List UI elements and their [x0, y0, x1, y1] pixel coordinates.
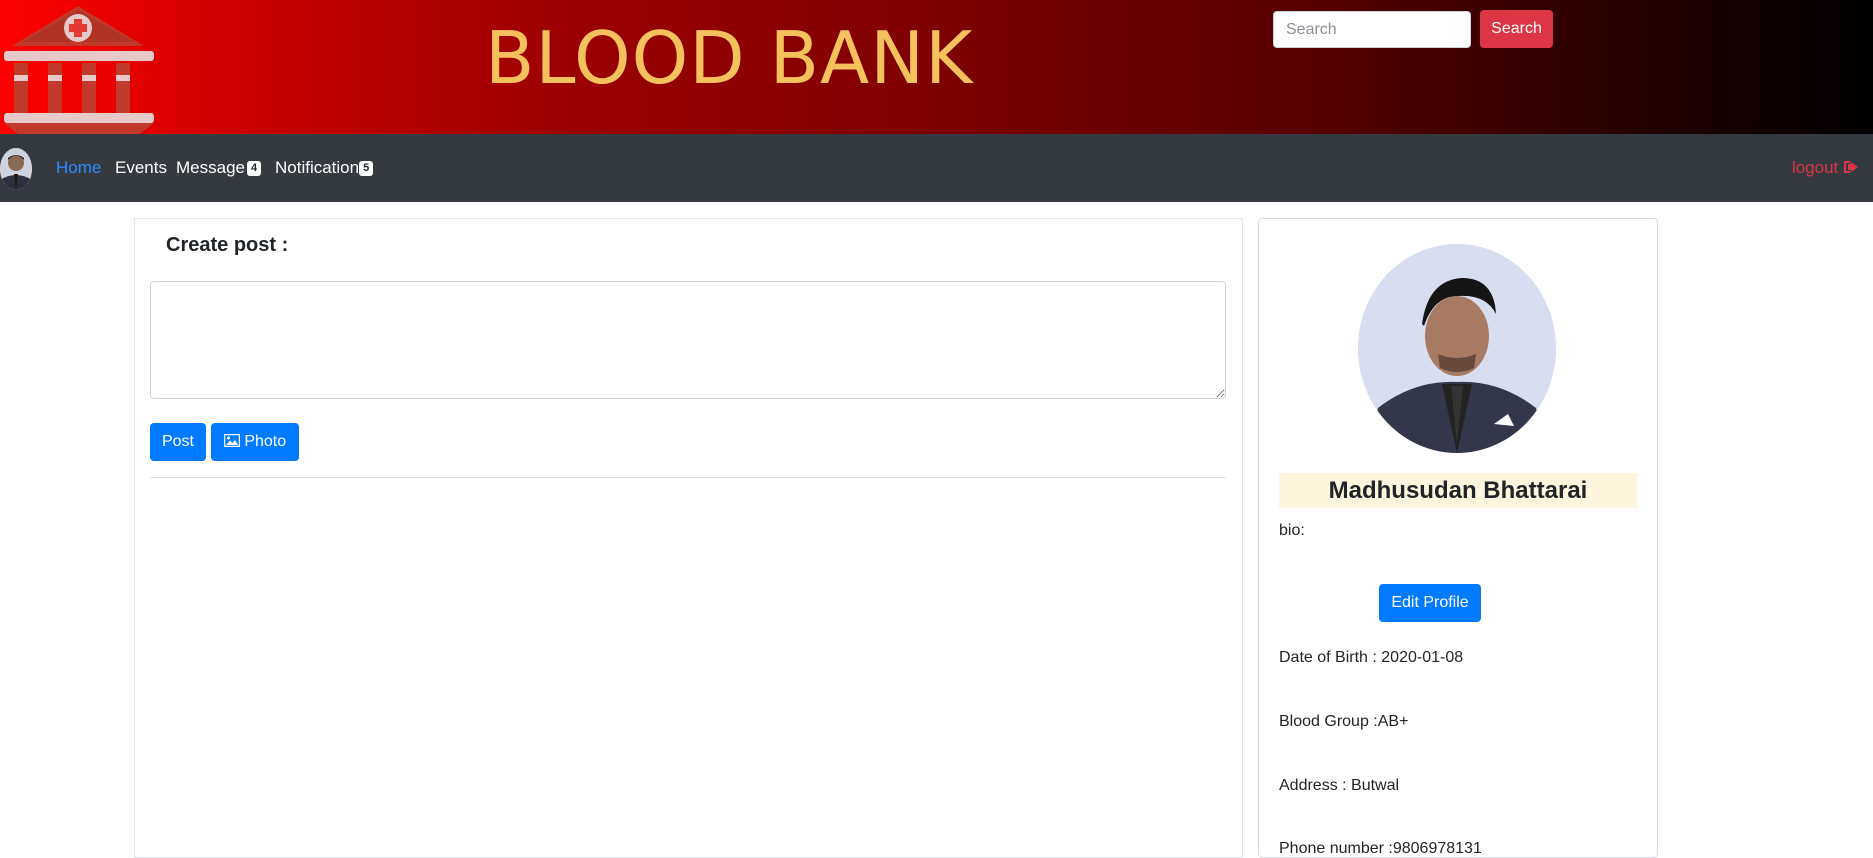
photo-button[interactable]: Photo [211, 423, 299, 461]
blood-group: Blood Group :AB+ [1279, 713, 1409, 730]
post-button[interactable]: Post [150, 423, 206, 461]
nav-notification[interactable]: Notification 5 [275, 158, 374, 178]
nav-home[interactable]: Home [56, 158, 101, 178]
hospital-building-icon [4, 6, 154, 134]
message-count-badge: 4 [246, 161, 262, 176]
post-textarea[interactable] [150, 281, 1226, 399]
nav-events[interactable]: Events [115, 158, 167, 178]
address: Address : Butwal [1279, 777, 1400, 794]
site-title: BLOOD BANK [485, 16, 974, 100]
nav-home-label: Home [56, 158, 102, 177]
create-post-heading: Create post : [166, 234, 289, 256]
header-banner: BLOOD BANK Search [0, 0, 1873, 134]
edit-profile-button[interactable]: Edit Profile [1379, 584, 1481, 622]
navbar: Home Events Message 4 Notification 5 logou… [0, 134, 1873, 202]
avatar[interactable] [0, 148, 32, 190]
user-photo-icon [0, 148, 32, 190]
user-photo-icon [1358, 244, 1556, 453]
sign-out-icon [1844, 161, 1858, 173]
nav-notification-label: Notification [275, 158, 360, 177]
nav-message-label: Message [176, 158, 245, 177]
profile-photo [1358, 244, 1556, 453]
profile-name: Madhusudan Bhattarai [1279, 473, 1637, 508]
bio-label: bio: [1279, 522, 1305, 539]
phone-number: Phone number :9806978131 [1279, 840, 1482, 857]
date-of-birth: Date of Birth : 2020-01-08 [1279, 649, 1464, 666]
photo-button-label: Photo [244, 433, 287, 450]
nav-events-label: Events [115, 158, 167, 177]
logout-link[interactable]: logout [1792, 158, 1859, 178]
search-button[interactable]: Search [1480, 10, 1553, 48]
search-input[interactable] [1273, 11, 1471, 48]
nav-message[interactable]: Message 4 [176, 158, 262, 178]
logout-label: logout [1791, 158, 1839, 177]
divider [150, 477, 1226, 478]
image-icon [223, 433, 241, 448]
notification-count-badge: 5 [359, 161, 374, 176]
